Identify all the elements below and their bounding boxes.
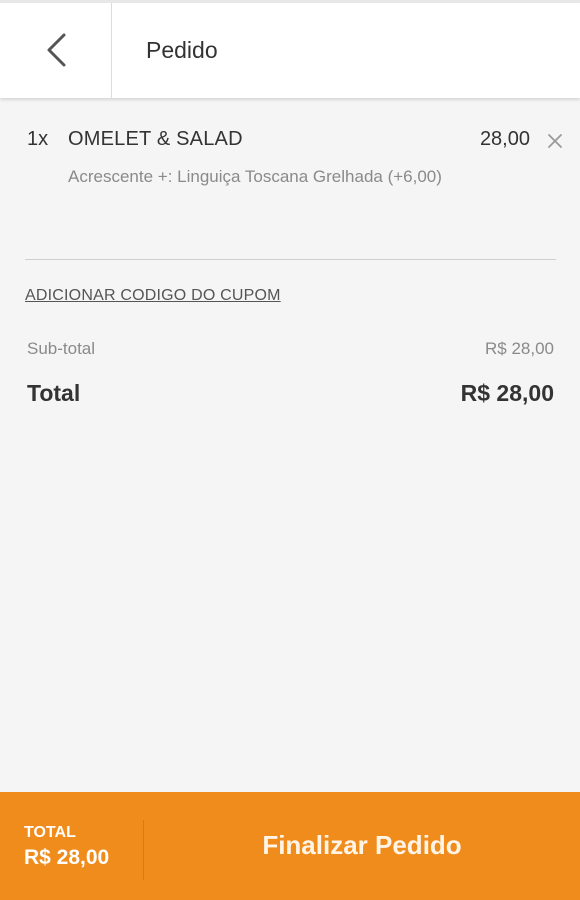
order-content: 1x OMELET & SALAD 28,00 Acrescente +: Li… <box>0 98 580 792</box>
footer-total-label: TOTAL <box>24 824 76 841</box>
footer-total-value: R$ 28,00 <box>24 846 110 869</box>
total-label: Total <box>27 380 81 406</box>
chevron-left-icon <box>47 33 66 67</box>
app-header: Pedido <box>0 3 580 98</box>
subtotal-value: R$ 28,00 <box>485 339 554 358</box>
total-value: R$ 28,00 <box>460 380 554 406</box>
finalize-order-button[interactable]: Finalizar Pedido <box>144 792 580 900</box>
subtotal-label: Sub-total <box>27 339 96 358</box>
divider <box>25 259 556 260</box>
close-icon <box>548 134 562 148</box>
remove-item-button[interactable] <box>545 131 565 151</box>
item-price: 28,00 <box>479 128 530 150</box>
add-coupon-link[interactable]: ADICIONAR CODIGO DO CUPOM <box>25 287 281 305</box>
checkout-footer: TOTAL R$ 28,00 Finalizar Pedido <box>0 792 580 900</box>
finalize-order-label: Finalizar Pedido <box>262 830 462 860</box>
item-name: OMELET & SALAD <box>68 128 243 150</box>
back-button[interactable] <box>0 3 112 98</box>
page-title: Pedido <box>146 37 218 63</box>
item-addon: Acrescente +: Linguiça Toscana Grelhada … <box>68 167 442 186</box>
item-quantity: 1x <box>27 128 49 150</box>
